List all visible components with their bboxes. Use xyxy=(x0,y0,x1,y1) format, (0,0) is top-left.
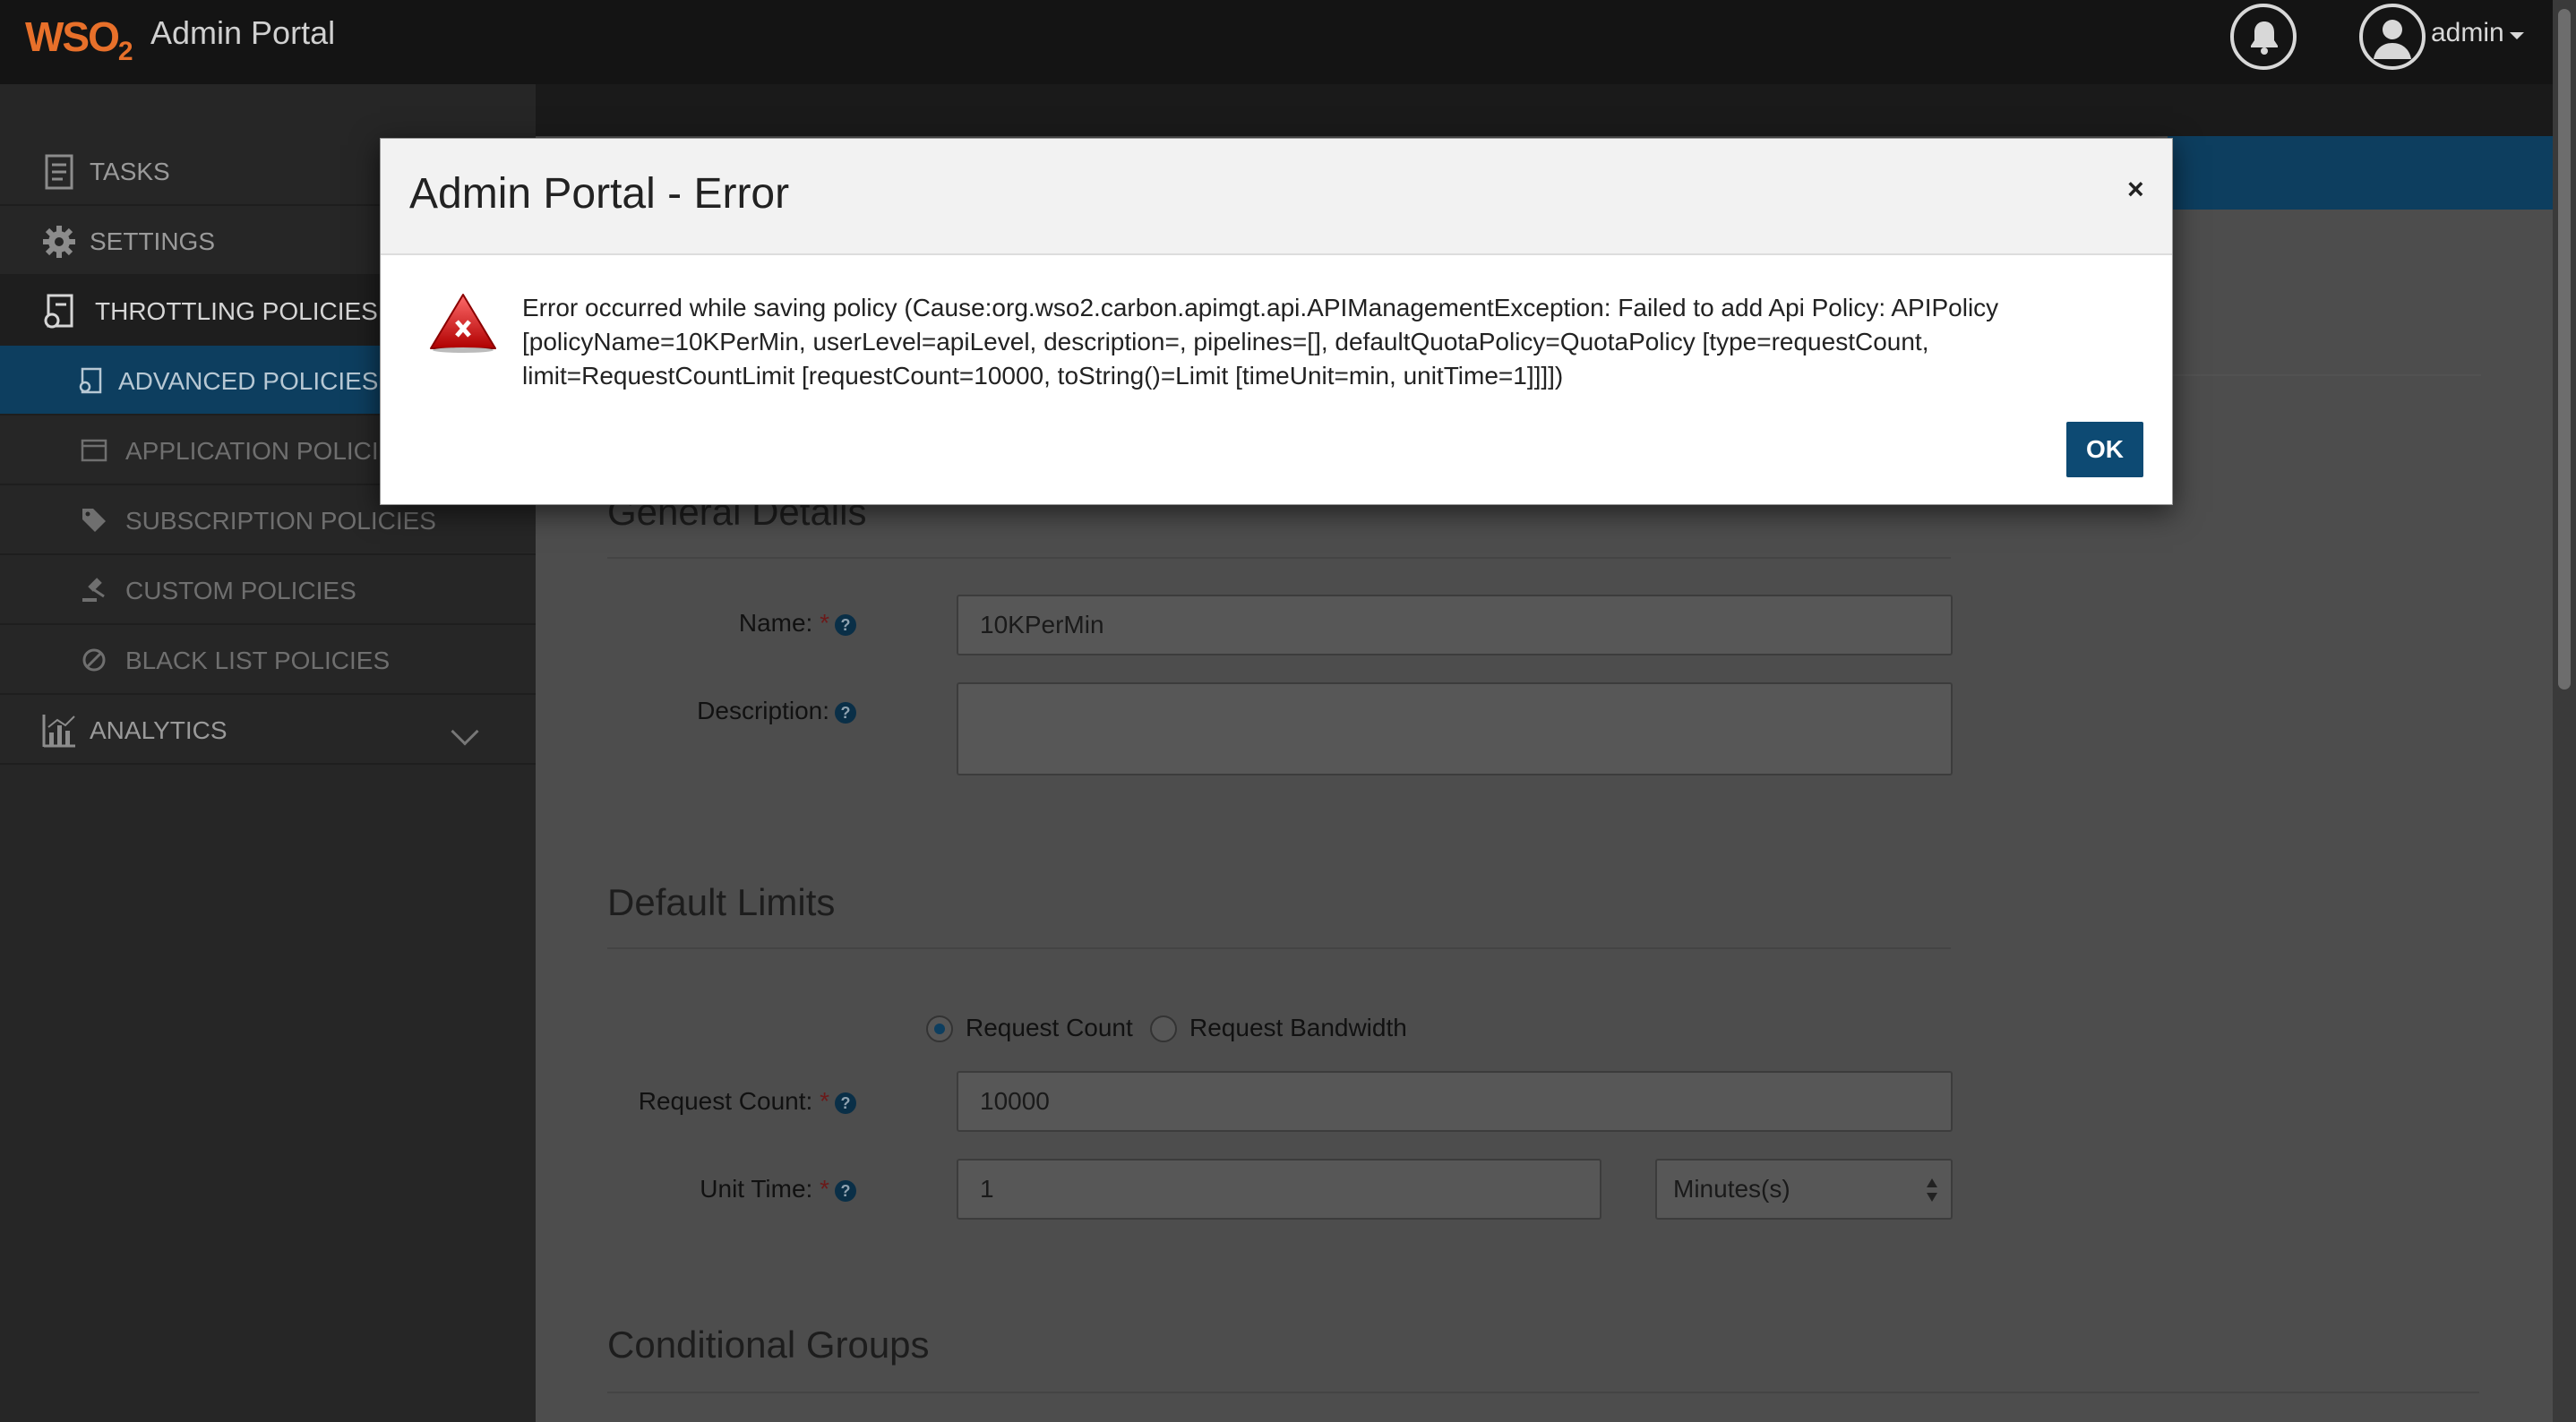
required-mark: * xyxy=(820,1087,829,1115)
app-title: Admin Portal xyxy=(150,14,336,51)
gavel-icon xyxy=(82,578,105,602)
sidebar-item-label: APPLICATION POLICIE xyxy=(125,437,396,465)
sidebar-item-label: ANALYTICS xyxy=(90,716,228,744)
chart-icon xyxy=(42,715,75,748)
divider xyxy=(607,947,1951,949)
conditional-groups-title: Conditional Groups xyxy=(607,1323,930,1366)
description-textarea[interactable] xyxy=(957,682,1953,775)
request-count-label: Request Count: *? xyxy=(498,1087,856,1116)
chevron-down-icon[interactable] xyxy=(451,717,479,746)
user-menu-chevron-down-icon[interactable] xyxy=(2510,32,2524,39)
sidebar-item-custom-policies[interactable]: CUSTOM POLICIES xyxy=(0,555,536,625)
wso2-logo[interactable]: WSO2 xyxy=(25,13,133,67)
tasks-icon xyxy=(45,154,73,190)
notifications-button[interactable] xyxy=(2230,4,2297,70)
app-window-icon xyxy=(81,439,107,462)
user-name[interactable]: admin xyxy=(2431,18,2504,48)
close-icon[interactable]: × xyxy=(2127,173,2144,206)
request-bandwidth-radio[interactable] xyxy=(1150,1015,1177,1042)
help-icon[interactable]: ? xyxy=(835,1179,856,1202)
modal-header: Admin Portal - Error × xyxy=(381,139,2172,255)
sidebar-item-label: THROTTLING POLICIES xyxy=(95,297,378,325)
request-count-radio-label[interactable]: Request Count xyxy=(966,1014,1133,1042)
unit-time-label: Unit Time: *? xyxy=(498,1175,856,1204)
gear-icon xyxy=(43,226,75,258)
sidebar-item-analytics[interactable]: ANALYTICS xyxy=(0,695,536,765)
sidebar-item-label: BLACK LIST POLICIES xyxy=(125,647,391,674)
ban-icon xyxy=(82,648,106,672)
modal-title: Admin Portal - Error xyxy=(409,170,790,218)
request-bandwidth-radio-label[interactable]: Request Bandwidth xyxy=(1189,1014,1407,1042)
sidebar-item-label: CUSTOM POLICIES xyxy=(125,577,356,604)
default-limits-title: Default Limits xyxy=(607,881,836,923)
ok-button[interactable]: OK xyxy=(2066,422,2143,477)
select-arrows-icon xyxy=(1927,1178,1937,1202)
help-icon[interactable]: ? xyxy=(835,1092,856,1114)
unit-time-select[interactable]: Minutes(s) xyxy=(1655,1159,1953,1220)
description-label: Description:? xyxy=(498,697,856,725)
top-bar: WSO2 Admin Portal admin xyxy=(0,0,2553,84)
required-mark: * xyxy=(820,609,829,637)
sidebar-item-black-list-policies[interactable]: BLACK LIST POLICIES xyxy=(0,625,536,695)
sidebar-item-label: ADVANCED POLICIES xyxy=(118,367,379,395)
required-mark: * xyxy=(820,1175,829,1203)
content-header-band xyxy=(2168,136,2553,210)
divider xyxy=(607,1392,2479,1393)
policy-doc-icon xyxy=(79,367,102,394)
tag-icon xyxy=(82,509,106,532)
error-warning-icon xyxy=(430,294,496,353)
help-icon[interactable]: ? xyxy=(835,613,856,636)
request-count-radio[interactable] xyxy=(926,1015,953,1042)
sidebar-item-label: TASKS xyxy=(90,158,170,185)
unit-time-input[interactable]: 1 xyxy=(957,1159,1601,1220)
user-icon xyxy=(2374,20,2411,59)
divider xyxy=(607,557,1951,559)
name-label: Name: *? xyxy=(498,609,856,638)
bell-icon xyxy=(2251,21,2278,55)
sidebar-item-label: SETTINGS xyxy=(90,227,216,255)
request-count-input[interactable]: 10000 xyxy=(957,1071,1953,1132)
help-icon[interactable]: ? xyxy=(835,701,856,724)
error-modal: Admin Portal - Error × Error occurred wh… xyxy=(380,138,2173,505)
policy-icon xyxy=(44,294,73,329)
page-scrollbar[interactable] xyxy=(2553,0,2576,1422)
scrollbar-thumb[interactable] xyxy=(2558,9,2571,690)
name-input[interactable]: 10KPerMin xyxy=(957,595,1953,655)
user-avatar-button[interactable] xyxy=(2359,4,2426,70)
sidebar-item-label: SUBSCRIPTION POLICIES xyxy=(125,507,436,535)
error-message: Error occurred while saving policy (Caus… xyxy=(522,294,1999,390)
